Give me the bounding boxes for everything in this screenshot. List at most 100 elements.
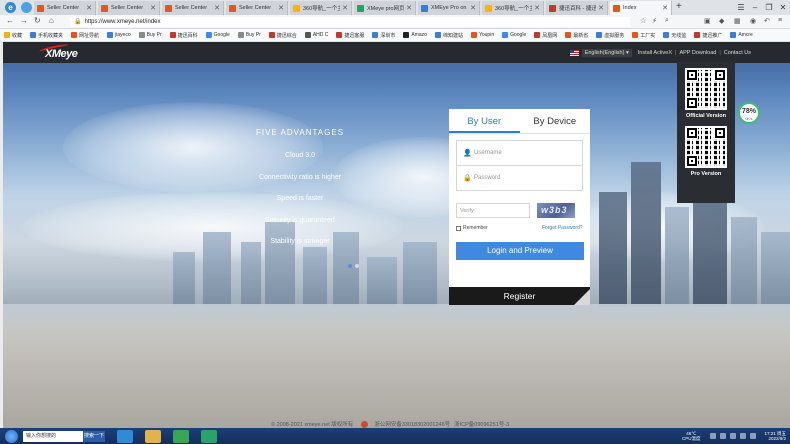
tab-close-icon[interactable]: ✕ <box>470 4 476 12</box>
bookmark-item[interactable]: 捷迅综合 <box>268 32 297 39</box>
bookmark-item[interactable]: 最新省 <box>565 32 588 39</box>
browser-tab[interactable]: 360导航_一个主 ✕ <box>290 1 352 15</box>
bookmark-item[interactable]: Google <box>205 32 230 38</box>
bookmark-item[interactable]: 网址导航 <box>71 32 99 39</box>
browser-tab[interactable]: XMeye pro网页 ✕ <box>354 1 416 15</box>
browser-tab[interactable]: Seller Center ✕ <box>162 1 224 15</box>
taskbar-search-button[interactable]: 搜索一下 <box>83 430 105 442</box>
minimize-icon[interactable]: – <box>748 0 762 15</box>
back-icon[interactable]: ← <box>6 16 14 25</box>
bookmark-item[interactable]: 捷迅百科 <box>169 32 198 39</box>
username-field[interactable]: 👤 Username <box>456 140 583 166</box>
taskbar-search-input[interactable]: 输入你想搜的 <box>23 430 83 442</box>
close-window-icon[interactable]: ✕ <box>776 0 790 15</box>
contact-us-link[interactable]: Contact Us <box>724 50 751 56</box>
refresh-icon[interactable]: ↻ <box>34 16 41 25</box>
xmeye-logo[interactable]: XMeye <box>38 42 85 60</box>
bookmark-item[interactable]: AHD C <box>304 32 328 38</box>
browser-tab[interactable]: 捷迅百科 - 捷迅 ✕ <box>546 1 608 15</box>
bookmark-item[interactable]: 缔知建站 <box>434 32 463 39</box>
login-and-preview-button[interactable]: Login and Preview <box>456 242 584 260</box>
bookmark-item[interactable]: 深圳市 <box>372 32 395 39</box>
bookmark-item[interactable]: 凤凰网 <box>534 32 557 39</box>
bookmark-item[interactable]: 虚拟服务 <box>596 32 624 39</box>
browser-tab[interactable]: 360导航_一个主 ✕ <box>482 1 544 15</box>
file-explorer-icon[interactable] <box>145 429 161 443</box>
checkbox-icon[interactable] <box>456 225 461 231</box>
grid-icon[interactable]: ▦ <box>734 17 741 25</box>
bookmark-item[interactable]: 工厂实 <box>632 32 655 39</box>
media-player-icon[interactable] <box>173 429 189 443</box>
forgot-password-link[interactable]: Forget Password? <box>542 225 583 231</box>
lightning-icon[interactable]: ⚡ <box>652 17 657 25</box>
bookmark-item[interactable]: 手机收藏夹 <box>30 32 63 39</box>
url-input[interactable]: 🔒 https://www.xmeye.net/index <box>70 17 630 27</box>
browser-app-icon[interactable] <box>201 429 217 443</box>
menu-icon[interactable]: ☰ <box>734 0 748 15</box>
password-field[interactable]: 🔒 Password <box>456 165 583 191</box>
tab-close-icon[interactable]: ✕ <box>598 4 604 12</box>
tray-icon[interactable] <box>720 433 727 439</box>
browser-tab[interactable]: Seller Center ✕ <box>98 1 160 15</box>
cpu-temp[interactable]: 46℃ CPU温度 <box>682 431 701 441</box>
tab-close-icon[interactable]: ✕ <box>214 4 220 12</box>
browser-tab[interactable]: Seller Center ✕ <box>226 1 288 15</box>
register-button[interactable]: Register <box>449 287 590 305</box>
network-icon[interactable] <box>730 433 737 439</box>
verify-field[interactable]: Verify <box>456 203 530 218</box>
icp-record[interactable]: 浙ICP备09096251号-3 <box>454 420 509 428</box>
start-button-icon[interactable] <box>5 429 18 443</box>
language-select[interactable]: English(English) ▾ <box>581 49 632 57</box>
game-icon[interactable]: ◆ <box>719 17 724 25</box>
more-icon[interactable]: ≡ <box>778 17 782 24</box>
carousel-dot[interactable] <box>355 264 359 268</box>
browser-tab[interactable]: Index ✕ <box>610 1 672 15</box>
public-security-record[interactable]: 浙公网安备33018302001246号 <box>374 420 450 428</box>
bookmark-item[interactable]: Youpin <box>470 32 494 38</box>
tray-icon[interactable] <box>710 433 717 439</box>
carousel-dot[interactable] <box>348 264 352 268</box>
tab-close-icon[interactable]: ✕ <box>150 4 156 12</box>
bookmark-item[interactable]: Buy Pr <box>138 32 162 38</box>
ime-icon[interactable] <box>750 433 757 439</box>
new-tab-icon[interactable]: + <box>676 1 682 12</box>
undo-icon[interactable]: ↶ <box>764 17 770 25</box>
tab-close-icon[interactable]: ✕ <box>86 4 92 12</box>
official-qr-code[interactable] <box>685 68 727 110</box>
tab-close-icon[interactable]: ✕ <box>342 4 348 12</box>
cpu-usage-widget[interactable]: 78% 0K/s <box>738 102 760 124</box>
search-icon[interactable]: ⌕ <box>665 17 669 25</box>
bookmark-item[interactable]: Amazo <box>403 32 427 38</box>
bookmark-star-icon[interactable]: ☆ <box>640 17 646 25</box>
tab-close-icon[interactable]: ✕ <box>534 4 540 12</box>
app-download-link[interactable]: APP Download <box>679 50 716 56</box>
pro-qr-code[interactable] <box>685 126 727 168</box>
bookmark-item[interactable]: 无线监 <box>663 32 686 39</box>
forward-icon[interactable]: → <box>20 16 28 25</box>
browser-tab[interactable]: Seller Center ✕ <box>34 1 96 15</box>
account-icon[interactable]: ◉ <box>750 17 756 25</box>
browser-logo-icon[interactable]: e <box>5 2 16 13</box>
browser-tab[interactable]: XMEye Pro on t ✕ <box>418 1 480 15</box>
volume-icon[interactable] <box>740 433 747 439</box>
bookmark-item[interactable]: 捷迅客服 <box>336 32 364 39</box>
bookmark-item[interactable]: 收藏 <box>4 32 22 39</box>
extension-icon[interactable]: ▣ <box>704 17 711 25</box>
tab-close-icon[interactable]: ✕ <box>662 4 668 12</box>
taskbar-clock[interactable]: 17:21 周五 2022/9/2 <box>764 431 786 442</box>
remember-checkbox[interactable]: Remember <box>456 225 488 231</box>
bookmark-item[interactable]: Google <box>502 32 526 38</box>
bookmark-item[interactable]: Amcre <box>730 32 753 38</box>
bookmark-item[interactable]: Buy Pr <box>237 32 261 38</box>
captcha-image[interactable]: w3b3 <box>537 203 575 218</box>
ie-app-icon[interactable] <box>117 429 133 443</box>
home-icon[interactable]: ⌂ <box>49 16 54 25</box>
sidebar-toggle-icon[interactable] <box>21 2 32 13</box>
bookmark-item[interactable]: 捷迅推广 <box>694 32 722 39</box>
install-activex-link[interactable]: Install ActiveX <box>638 50 672 56</box>
restore-icon[interactable]: ❐ <box>762 0 776 15</box>
tab-by-user[interactable]: By User <box>449 109 520 133</box>
tab-by-device[interactable]: By Device <box>520 109 591 133</box>
tab-close-icon[interactable]: ✕ <box>278 4 284 12</box>
tab-close-icon[interactable]: ✕ <box>406 4 412 12</box>
